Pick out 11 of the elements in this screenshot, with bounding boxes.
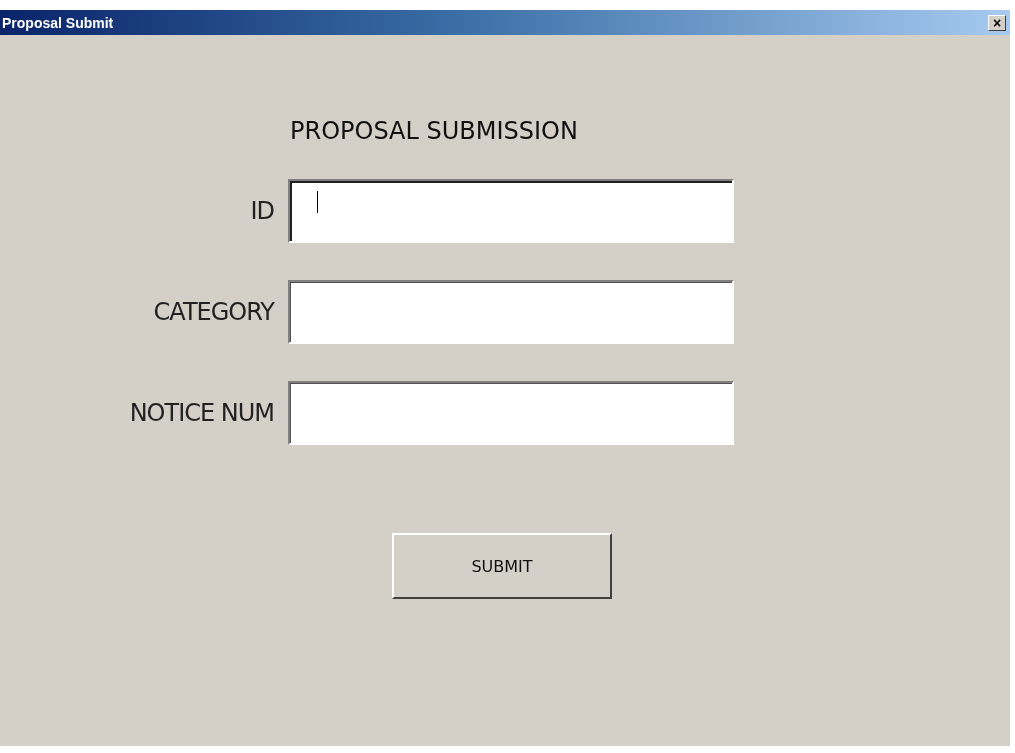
form-heading: PROPOSAL SUBMISSION (290, 117, 579, 145)
field-label: NOTICE NUM (129, 399, 274, 427)
field-label: ID (250, 197, 274, 225)
text-cursor (317, 191, 318, 213)
input-field[interactable] (288, 381, 734, 445)
submit-button[interactable]: SUBMIT (392, 533, 612, 599)
close-button[interactable]: × (988, 14, 1006, 31)
input-field[interactable] (288, 280, 734, 344)
input-field[interactable] (288, 179, 734, 243)
field-label: CATEGORY (153, 298, 274, 326)
window-title: Proposal Submit (2, 14, 114, 31)
